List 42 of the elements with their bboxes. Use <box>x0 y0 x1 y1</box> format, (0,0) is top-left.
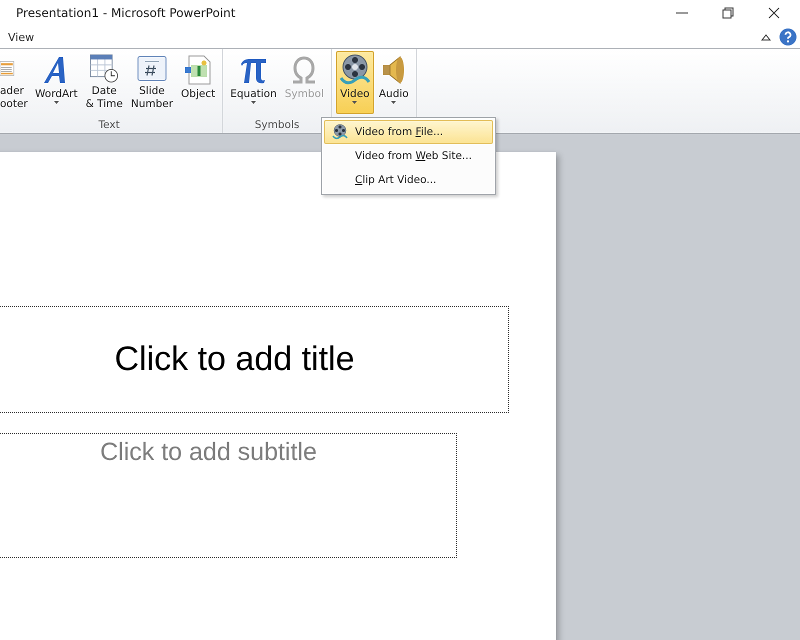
ribbon-button[interactable]: Object <box>178 51 218 114</box>
dropdown-arrow-icon <box>54 101 59 104</box>
menu-item[interactable]: Video from File... <box>324 120 493 144</box>
dropdown-arrow-icon <box>391 101 396 104</box>
ribbon-button[interactable]: WordArt <box>32 51 81 114</box>
menu-item-label: Clip Art Video... <box>355 174 436 186</box>
button-label: Audio <box>378 88 409 101</box>
button-label: Video <box>340 88 370 101</box>
button-label: Date & Time <box>86 85 123 111</box>
ribbon-button[interactable]: Equation <box>227 51 280 114</box>
button-label: Symbol <box>284 88 324 101</box>
menu-item-label: Video from File... <box>355 126 444 138</box>
chevron-up-icon[interactable] <box>761 33 771 41</box>
ribbon-button[interactable]: Video <box>336 51 374 114</box>
button-label: Slide Number <box>130 85 174 111</box>
menu-item-label: Video from Web Site... <box>355 150 472 162</box>
help-icon[interactable] <box>779 28 797 46</box>
film-reel-icon <box>332 124 348 140</box>
group-label: Symbols <box>254 119 300 133</box>
dropdown-arrow-icon <box>352 101 358 104</box>
ribbon-tab[interactable]: View <box>6 30 36 44</box>
ribbon-button[interactable]: ader ooter <box>0 51 30 114</box>
menu-item[interactable]: Video from Web Site... <box>324 144 493 168</box>
dropdown-arrow-icon <box>250 101 256 104</box>
button-label: WordArt <box>35 88 78 101</box>
button-label: ader ooter <box>0 85 28 111</box>
group-label: Text <box>98 119 120 133</box>
calendar-clock-icon <box>88 54 120 83</box>
window-title: Presentation1 - Microsoft PowerPoint <box>16 6 236 20</box>
ribbon-button[interactable]: Audio <box>376 51 412 114</box>
button-label: Equation <box>230 88 277 101</box>
close-icon[interactable] <box>768 7 780 19</box>
subtitle-placeholder[interactable]: Click to add subtitle <box>0 433 457 558</box>
embedded-object-icon <box>184 54 212 86</box>
menu-item[interactable]: Clip Art Video... <box>324 168 493 192</box>
film-reel-icon <box>338 54 371 86</box>
button-label: Object <box>181 88 216 101</box>
title-placeholder[interactable]: Click to add title <box>0 306 509 413</box>
restore-icon[interactable] <box>722 7 734 19</box>
ribbon-button[interactable]: Slide Number <box>128 51 176 114</box>
ribbon-button[interactable]: Date & Time <box>82 51 126 114</box>
hash-slide-icon <box>136 54 167 83</box>
